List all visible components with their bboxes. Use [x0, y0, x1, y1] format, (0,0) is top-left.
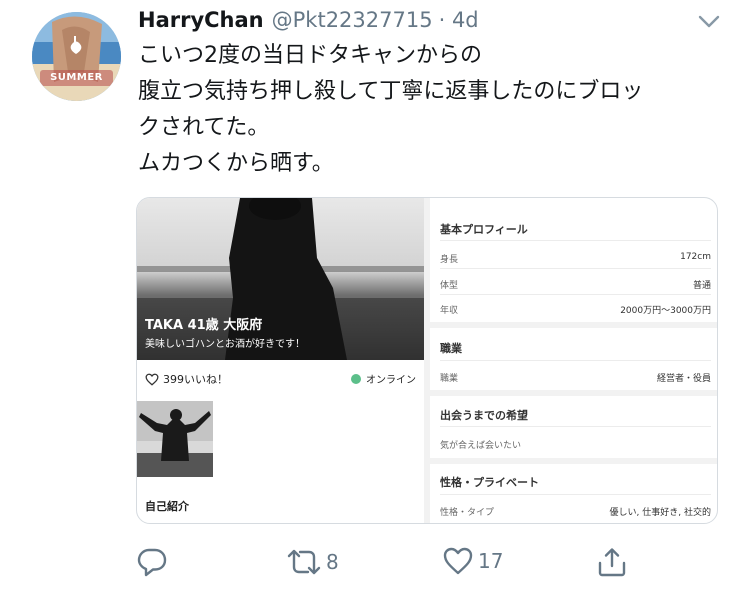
- row-label-height: 身長: [440, 255, 459, 265]
- online-dot-icon: [351, 373, 361, 384]
- section-separator: [430, 390, 717, 396]
- likes-count: 399いいね！: [145, 371, 228, 387]
- online-text: オンライン: [366, 375, 416, 386]
- tweet-text-line: ムカつくから晒す。: [138, 151, 334, 176]
- like-count: 17: [478, 549, 504, 573]
- divider: [440, 240, 711, 241]
- row-label-job: 職業: [440, 374, 459, 384]
- row-value-job: 経営者・役員: [656, 374, 711, 384]
- profile-photo: TAKA 41歳 大阪府 美味しいゴハンとお酒が好きです！: [137, 198, 424, 360]
- row-value-personality: 優しい, 仕事好き, 社交的: [609, 508, 711, 518]
- tweet-text-line: 腹立つ気持ち押し殺して丁寧に返事したのにブロッ: [138, 79, 644, 104]
- reply-icon: [137, 548, 167, 577]
- section-title-basic: 基本プロフィール: [440, 223, 528, 236]
- row-value-income: 2000万円〜3000万円: [620, 306, 711, 316]
- display-name[interactable]: HarryChan: [138, 8, 264, 32]
- profile-left-column: TAKA 41歳 大阪府 美味しいゴハンとお酒が好きです！ 399いいね！ オン…: [137, 198, 424, 523]
- row-label-body-type: 体型: [440, 281, 459, 291]
- share-button[interactable]: [596, 546, 628, 578]
- retweet-button[interactable]: 8: [286, 546, 339, 578]
- reply-button[interactable]: [136, 546, 172, 578]
- heart-icon: [145, 373, 159, 386]
- row-label-wish: 気が合えば会いたい: [440, 441, 522, 451]
- row-label-income: 年収: [440, 306, 459, 316]
- retweet-icon: [287, 549, 321, 575]
- section-separator: [430, 458, 717, 464]
- section-title-wish: 出会うまでの希望: [440, 409, 528, 422]
- section-title-personality: 性格・プライベート: [440, 476, 539, 489]
- tweet-time[interactable]: · 4d: [439, 8, 479, 32]
- profile-details: 基本プロフィール 身長 172cm 体型 普通 年収 2000万円〜3000万円…: [430, 198, 717, 523]
- tweet-text: こいつ2度の当日ドタキャンからの 腹立つ気持ち押し殺して丁寧に返事したのにブロッ…: [138, 38, 728, 182]
- section-separator: [430, 322, 717, 328]
- attached-image[interactable]: TAKA 41歳 大阪府 美味しいゴハンとお酒が好きです！ 399いいね！ オン…: [136, 197, 718, 524]
- share-icon: [598, 548, 626, 577]
- row-label-personality: 性格・タイプ: [440, 508, 495, 518]
- section-title-job: 職業: [440, 342, 462, 355]
- chevron-down-icon: [698, 15, 720, 28]
- avatar-image: [32, 12, 121, 101]
- self-intro-label: 自己紹介: [145, 500, 189, 513]
- profile-message: 美味しいゴハンとお酒が好きです！: [145, 339, 305, 350]
- retweet-count: 8: [326, 550, 339, 574]
- profile-name-age-area: TAKA 41歳 大阪府: [145, 318, 263, 333]
- thumbnail-image: [137, 401, 213, 477]
- divider: [440, 426, 711, 427]
- divider: [440, 294, 711, 295]
- avatar[interactable]: SUMMER: [32, 12, 121, 101]
- avatar-text: SUMMER: [50, 72, 103, 83]
- row-value-body-type: 普通: [692, 281, 711, 291]
- tweet-header: HarryChan @Pkt22327715 · 4d: [138, 8, 479, 38]
- online-status: オンライン: [351, 371, 416, 386]
- tweet-actions: 8 17: [136, 546, 636, 582]
- user-handle[interactable]: @Pkt22327715: [272, 8, 433, 32]
- more-options-button[interactable]: [696, 12, 722, 32]
- tweet-text-line: こいつ2度の当日ドタキャンからの: [138, 43, 482, 68]
- divider: [440, 360, 711, 361]
- tweet-text-line: クされてた。: [138, 115, 270, 140]
- like-icon: [443, 547, 473, 575]
- divider: [440, 494, 711, 495]
- divider: [440, 268, 711, 269]
- row-value-height: 172cm: [680, 252, 711, 262]
- likes-text: 399いいね！: [163, 373, 228, 386]
- like-button[interactable]: 17: [442, 546, 503, 576]
- profile-thumbnail: [137, 401, 213, 477]
